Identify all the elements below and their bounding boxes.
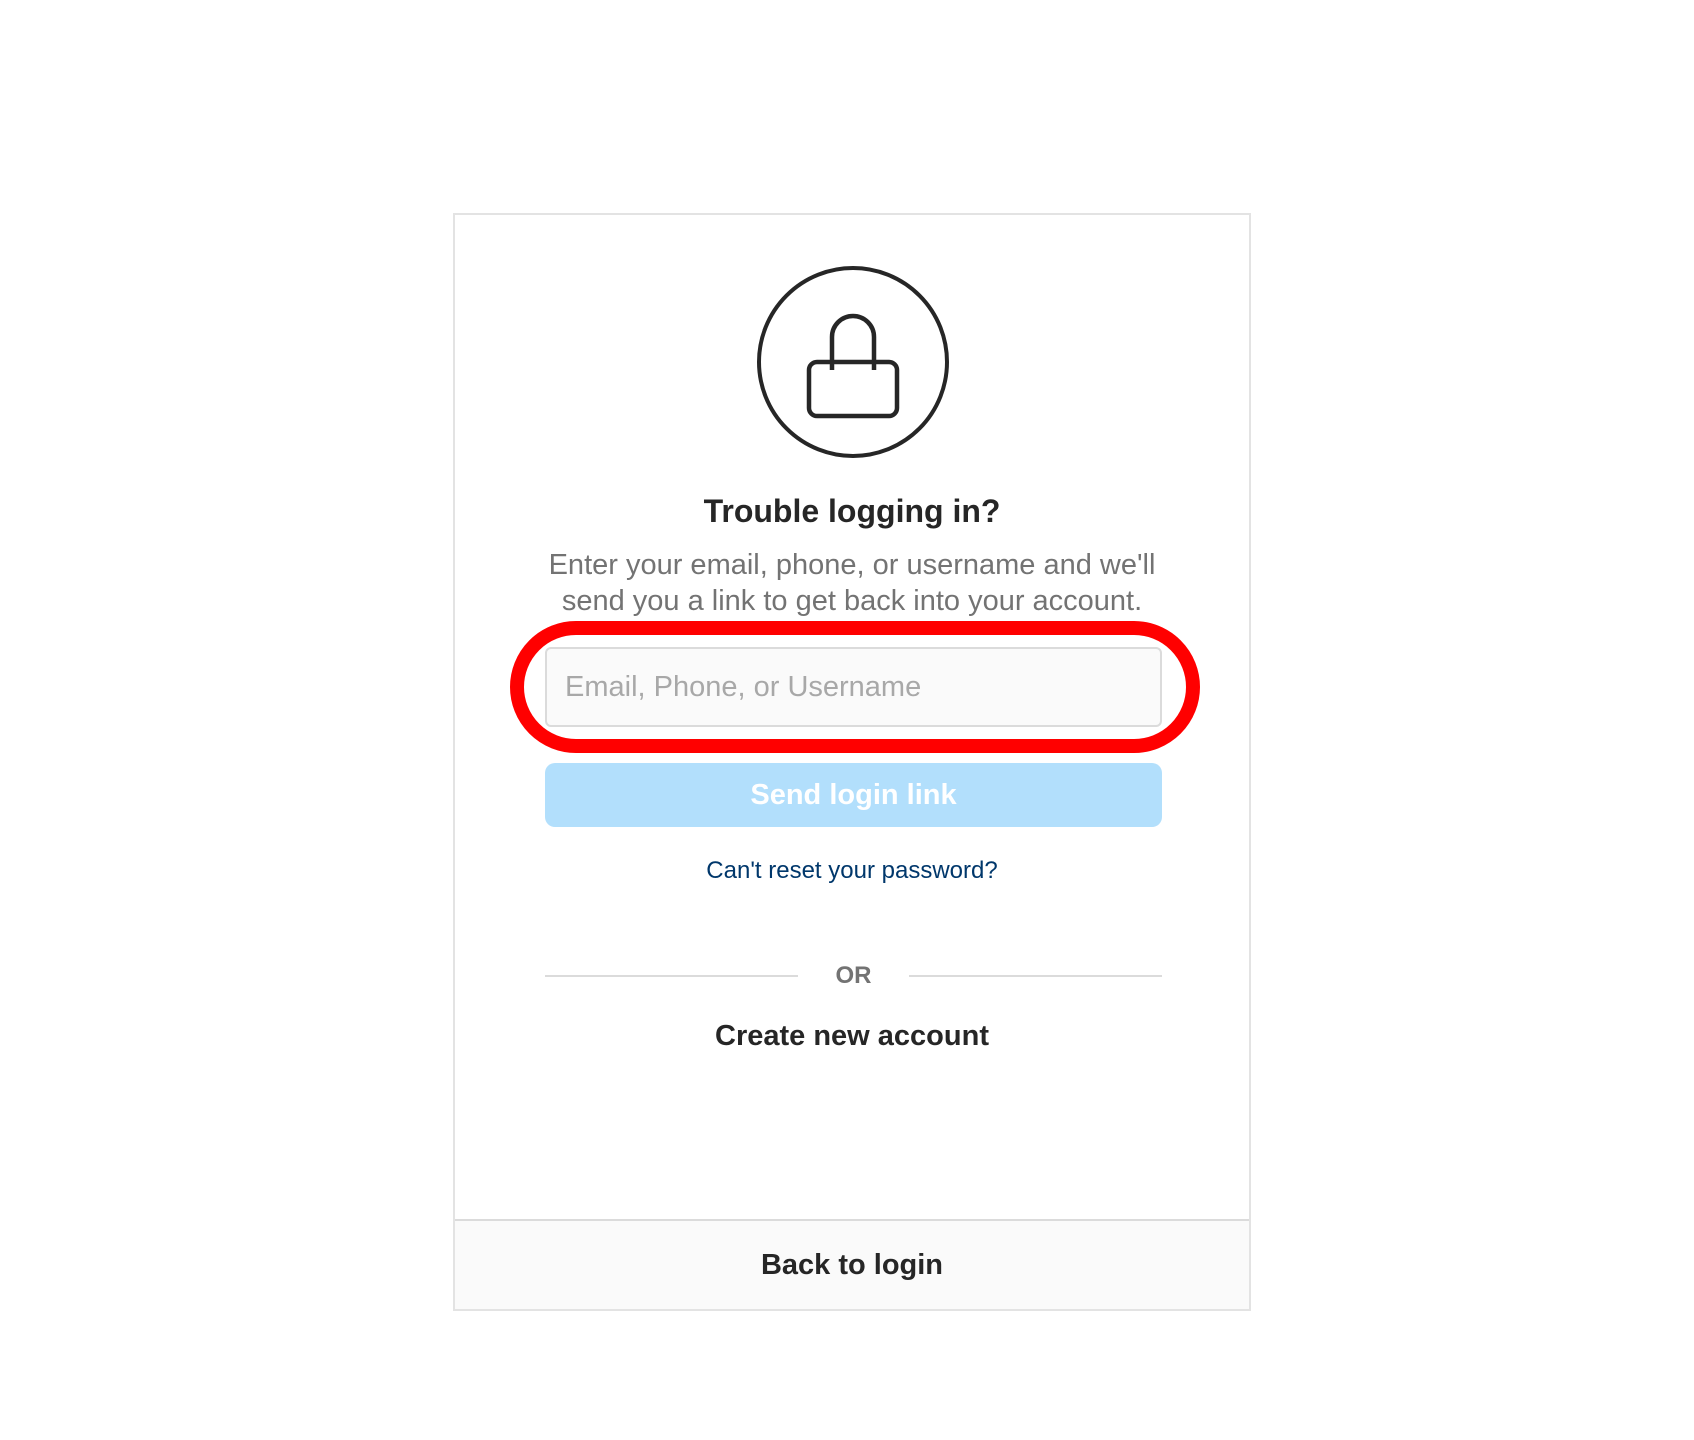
divider-line-right (909, 975, 1162, 977)
send-login-link-button[interactable]: Send login link (545, 763, 1162, 827)
instructions-line-1: Enter your email, phone, or username and… (548, 549, 1156, 581)
or-divider: OR (545, 960, 1162, 990)
email-phone-username-input[interactable] (547, 649, 1160, 725)
instructions-line-2: send you a link to get back into your ac… (561, 585, 1143, 617)
cant-reset-password-link[interactable]: Can't reset your password? (455, 857, 1249, 885)
lock-icon (757, 266, 949, 458)
password-reset-card: Trouble logging in? Enter your email, ph… (453, 213, 1251, 1311)
identifier-field[interactable] (545, 647, 1162, 727)
card-footer: Back to login (455, 1219, 1249, 1309)
create-new-account-link[interactable]: Create new account (455, 1020, 1249, 1053)
page-title: Trouble logging in? (703, 493, 1001, 529)
back-to-login-link[interactable]: Back to login (761, 1249, 943, 1282)
instructions-text: Enter your email, phone, or username and… (535, 547, 1169, 619)
